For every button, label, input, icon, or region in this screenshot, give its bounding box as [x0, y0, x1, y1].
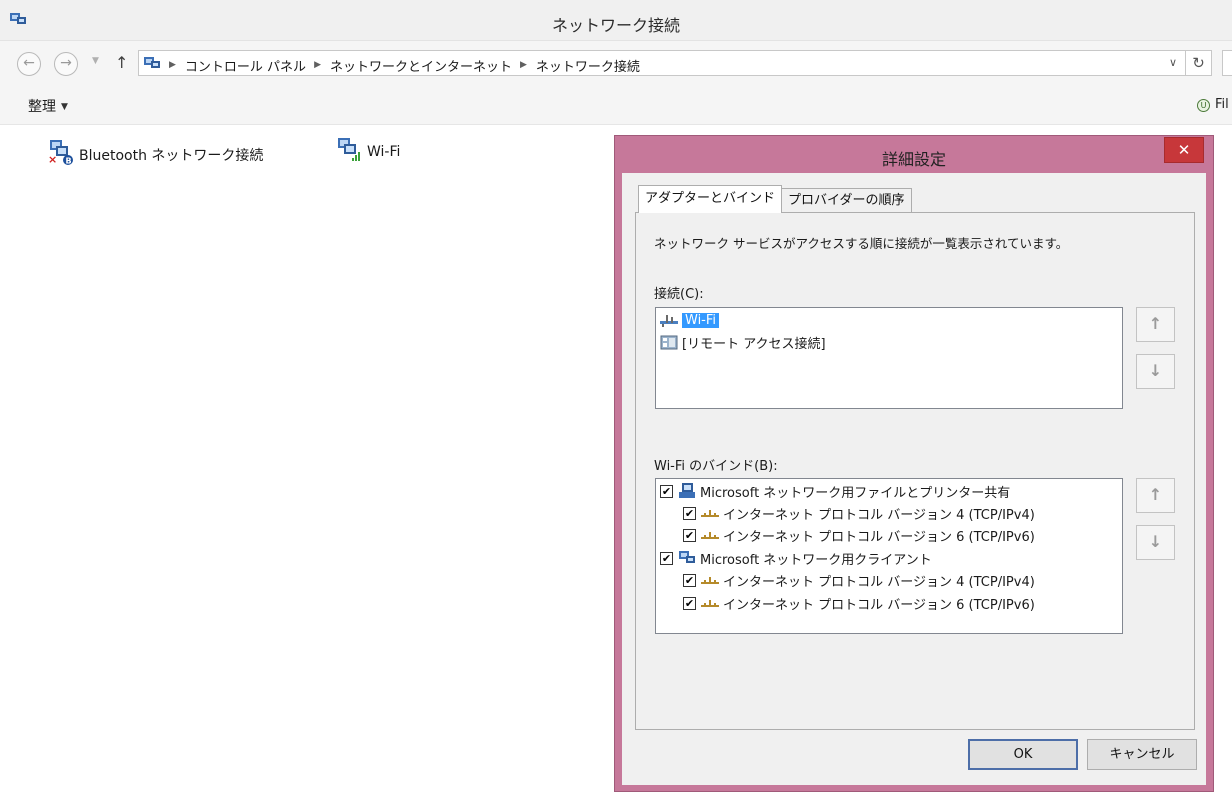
- forward-button[interactable]: →: [54, 52, 78, 76]
- window-title: ネットワーク接続: [551, 16, 680, 35]
- arrow-up-icon: ↑: [1148, 314, 1163, 333]
- list-item[interactable]: ✔ インターネット プロトコル バージョン 6 (TCP/IPv6): [683, 525, 1035, 545]
- connection-label: [リモート アクセス接続]: [682, 336, 826, 352]
- network-client-icon: [678, 550, 696, 566]
- organize-label: 整理: [28, 99, 56, 115]
- list-item[interactable]: [リモート アクセス接続]: [660, 332, 826, 352]
- filter-icon: U: [1197, 99, 1210, 112]
- remote-access-icon: [660, 334, 678, 350]
- move-binding-down-button[interactable]: ↓: [1136, 525, 1175, 560]
- tab-provider-order[interactable]: プロバイダーの順序: [781, 188, 912, 213]
- binding-checkbox[interactable]: ✔: [683, 506, 696, 520]
- connection-item-bluetooth[interactable]: × B Bluetooth ネットワーク接続: [47, 139, 263, 171]
- breadcrumb-network-internet[interactable]: ネットワークとインターネット: [330, 56, 512, 75]
- refresh-icon: ↻: [1192, 54, 1205, 72]
- search-input[interactable]: [1222, 50, 1232, 76]
- tab-adapters-bindings[interactable]: アダプターとバインド: [638, 185, 783, 213]
- binding-checkbox[interactable]: ✔: [683, 573, 696, 587]
- connection-item-wifi[interactable]: Wi-Fi: [337, 137, 400, 167]
- breadcrumb-network-connections[interactable]: ネットワーク接続: [536, 56, 640, 75]
- address-bar[interactable]: ▶ コントロール パネル ▶ ネットワークとインターネット ▶ ネットワーク接続…: [138, 50, 1186, 76]
- list-item[interactable]: Wi-Fi: [660, 310, 720, 330]
- bindings-label: Wi-Fi のバインド(B):: [654, 459, 778, 474]
- move-connection-down-button[interactable]: ↓: [1136, 354, 1175, 389]
- binding-label: Microsoft ネットワーク用ファイルとプリンター共有: [700, 485, 1011, 501]
- bluetooth-network-icon: × B: [47, 139, 75, 171]
- breadcrumb-control-panel[interactable]: コントロール パネル: [185, 56, 306, 75]
- arrow-down-icon: ↓: [1148, 361, 1163, 380]
- breadcrumb-separator-icon[interactable]: ▶: [314, 60, 321, 70]
- close-icon: ✕: [1177, 141, 1191, 159]
- list-item[interactable]: ✔ インターネット プロトコル バージョン 4 (TCP/IPv4): [683, 570, 1035, 590]
- organize-menu-button[interactable]: 整理 ▼: [28, 96, 68, 116]
- recent-locations-dropdown-icon[interactable]: ▼: [92, 56, 99, 66]
- move-connection-up-button[interactable]: ↑: [1136, 307, 1175, 342]
- list-item[interactable]: ✔ インターネット プロトコル バージョン 6 (TCP/IPv6): [683, 593, 1035, 613]
- move-binding-up-button[interactable]: ↑: [1136, 478, 1175, 513]
- binding-label: Microsoft ネットワーク用クライアント: [700, 552, 932, 568]
- binding-checkbox[interactable]: ✔: [683, 528, 696, 542]
- tab-strip: アダプターとバインド プロバイダーの順序: [638, 185, 912, 213]
- dialog-title: 詳細設定: [881, 150, 946, 169]
- window-titlebar: ネットワーク接続: [0, 0, 1232, 41]
- binding-checkbox[interactable]: ✔: [683, 596, 696, 610]
- file-printer-sharing-icon: [678, 483, 696, 499]
- filter-button[interactable]: U Fil: [1197, 97, 1229, 112]
- dialog-body: アダプターとバインド プロバイダーの順序 ネットワーク サービスがアクセスする順…: [622, 173, 1206, 785]
- protocol-icon: [701, 505, 719, 521]
- binding-label: インターネット プロトコル バージョン 6 (TCP/IPv6): [723, 597, 1035, 613]
- protocol-icon: [701, 527, 719, 543]
- protocol-icon: [701, 595, 719, 611]
- up-level-button[interactable]: ↑: [115, 53, 128, 72]
- chevron-down-icon: ▼: [61, 102, 68, 112]
- cancel-button[interactable]: キャンセル: [1087, 739, 1197, 770]
- protocol-icon: [701, 572, 719, 588]
- back-button[interactable]: ←: [17, 52, 41, 76]
- binding-checkbox[interactable]: ✔: [660, 484, 673, 498]
- arrow-left-icon: ←: [23, 55, 35, 71]
- tab-panel: ネットワーク サービスがアクセスする順に接続が一覧表示されています。 接続(C)…: [635, 212, 1195, 730]
- command-bar: 整理 ▼ U Fil: [0, 85, 1232, 125]
- control-panel-icon: [143, 55, 161, 75]
- network-adapter-icon: [660, 312, 678, 328]
- list-item[interactable]: ✔ Microsoft ネットワーク用ファイルとプリンター共有: [660, 481, 1010, 501]
- arrow-down-icon: ↓: [1148, 532, 1163, 551]
- filter-label: Fil: [1215, 97, 1229, 112]
- connections-label: 接続(C):: [654, 287, 704, 302]
- advanced-settings-dialog: 詳細設定 ✕ アダプターとバインド プロバイダーの順序 ネットワーク サービスが…: [614, 135, 1214, 792]
- arrow-up-icon: ↑: [1148, 485, 1163, 504]
- binding-label: インターネット プロトコル バージョン 4 (TCP/IPv4): [723, 507, 1035, 523]
- bindings-listbox[interactable]: ✔ Microsoft ネットワーク用ファイルとプリンター共有 ✔ インターネッ…: [655, 478, 1123, 634]
- ok-button[interactable]: OK: [968, 739, 1078, 770]
- wifi-network-icon: [337, 137, 363, 167]
- connection-label: Wi-Fi: [682, 312, 720, 328]
- svg-text:×: ×: [48, 153, 57, 166]
- binding-label: インターネット プロトコル バージョン 4 (TCP/IPv4): [723, 574, 1035, 590]
- address-dropdown-icon[interactable]: ∨: [1169, 56, 1177, 69]
- binding-checkbox[interactable]: ✔: [660, 551, 673, 565]
- connections-listbox[interactable]: Wi-Fi [リモート アクセス接続]: [655, 307, 1123, 409]
- refresh-button[interactable]: ↻: [1186, 50, 1212, 76]
- breadcrumb: ▶ コントロール パネル ▶ ネットワークとインターネット ▶ ネットワーク接続: [143, 55, 640, 75]
- breadcrumb-separator-icon[interactable]: ▶: [169, 60, 176, 70]
- description-text: ネットワーク サービスがアクセスする順に接続が一覧表示されています。: [654, 236, 1069, 251]
- breadcrumb-separator-icon[interactable]: ▶: [520, 60, 527, 70]
- svg-text:B: B: [66, 157, 72, 166]
- close-button[interactable]: ✕: [1164, 137, 1204, 163]
- connection-name: Bluetooth ネットワーク接続: [79, 148, 264, 164]
- list-item[interactable]: ✔ インターネット プロトコル バージョン 4 (TCP/IPv4): [683, 503, 1035, 523]
- connection-name: Wi-Fi: [367, 144, 401, 160]
- address-bar-area: ← → ▼ ↑ ▶ コントロール パネル ▶ ネットワークとインターネット ▶ …: [0, 41, 1232, 85]
- list-item[interactable]: ✔ Microsoft ネットワーク用クライアント: [660, 548, 932, 568]
- binding-label: インターネット プロトコル バージョン 6 (TCP/IPv6): [723, 529, 1035, 545]
- arrow-right-icon: →: [60, 55, 72, 71]
